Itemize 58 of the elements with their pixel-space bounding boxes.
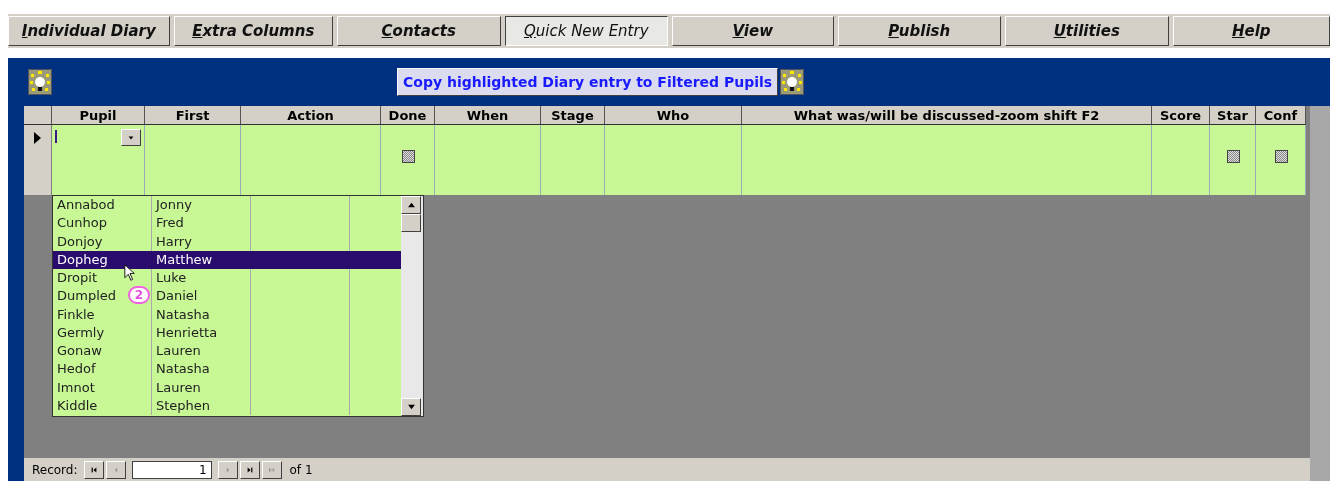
scrollbar[interactable] (1310, 106, 1330, 481)
scroll-thumb[interactable] (401, 214, 421, 232)
record-number-field[interactable]: 1 (131, 460, 212, 479)
new-record-button[interactable] (261, 460, 282, 479)
record-label: Record: (32, 462, 78, 477)
dropdown-arrow-icon (128, 134, 134, 141)
first-record-button[interactable] (83, 460, 104, 479)
corner-header (24, 106, 52, 125)
table-cell[interactable] (381, 125, 435, 195)
text-cursor (55, 130, 57, 143)
menu-tab[interactable]: Individual Diary (8, 16, 170, 46)
mouse-pointer-icon (124, 264, 136, 282)
scroll-up-button[interactable] (401, 196, 421, 214)
table-cell[interactable] (742, 125, 1152, 195)
column-header: Who (605, 106, 742, 125)
column-header: Stage (541, 106, 605, 125)
column-header: Conf (1256, 106, 1306, 125)
menu-tab[interactable]: Quick New Entry (504, 16, 668, 46)
dropdown-item[interactable]: Dopheg Matthew (53, 250, 401, 269)
menu-tab[interactable]: Help (1172, 16, 1330, 46)
up-arrow-icon (406, 202, 416, 208)
table-cell[interactable] (1210, 125, 1256, 195)
lightbulb-icon[interactable] (28, 69, 52, 95)
column-header: Done (381, 106, 435, 125)
last-record-button[interactable] (239, 460, 260, 479)
table-cell[interactable] (241, 125, 381, 195)
scroll-down-button[interactable] (401, 398, 421, 416)
checkbox[interactable] (1226, 150, 1240, 163)
down-arrow-icon (406, 404, 416, 410)
table-cell[interactable] (541, 125, 605, 195)
table-cell[interactable] (1152, 125, 1210, 195)
column-header: Star (1210, 106, 1256, 125)
lightbulb-icon[interactable] (780, 69, 805, 95)
column-header: What was/will be discussed-zoom shift F2 (742, 106, 1152, 125)
menu-tab[interactable]: Contacts (337, 16, 501, 46)
table-cell[interactable] (145, 125, 241, 195)
menu-tab[interactable]: Extra Columns (173, 16, 333, 46)
dropdown-button[interactable] (121, 129, 141, 146)
menu-tab[interactable]: View (672, 16, 834, 46)
checkbox[interactable] (1274, 150, 1288, 163)
column-header: Score (1152, 106, 1210, 125)
copy-entry-button[interactable]: Copy highlighted Diary entry to Filtered Pupils (397, 68, 779, 96)
table-cell[interactable] (435, 125, 541, 195)
row-selector[interactable] (24, 125, 52, 195)
column-header: First (145, 106, 241, 125)
table-cell[interactable] (1256, 125, 1306, 195)
column-header: When (435, 106, 541, 125)
record-total: of 1 (289, 462, 313, 477)
menu-tab[interactable]: Utilities (1005, 16, 1169, 46)
menu-tab[interactable]: Publish (837, 16, 1001, 46)
column-header: Pupil (52, 106, 145, 125)
table-cell[interactable] (605, 125, 742, 195)
checkbox[interactable] (401, 150, 415, 163)
column-header: Action (241, 106, 381, 125)
next-record-button[interactable] (217, 460, 238, 479)
record-pointer-icon (34, 132, 41, 144)
table-cell[interactable] (52, 125, 145, 195)
prev-record-button[interactable] (105, 460, 126, 479)
